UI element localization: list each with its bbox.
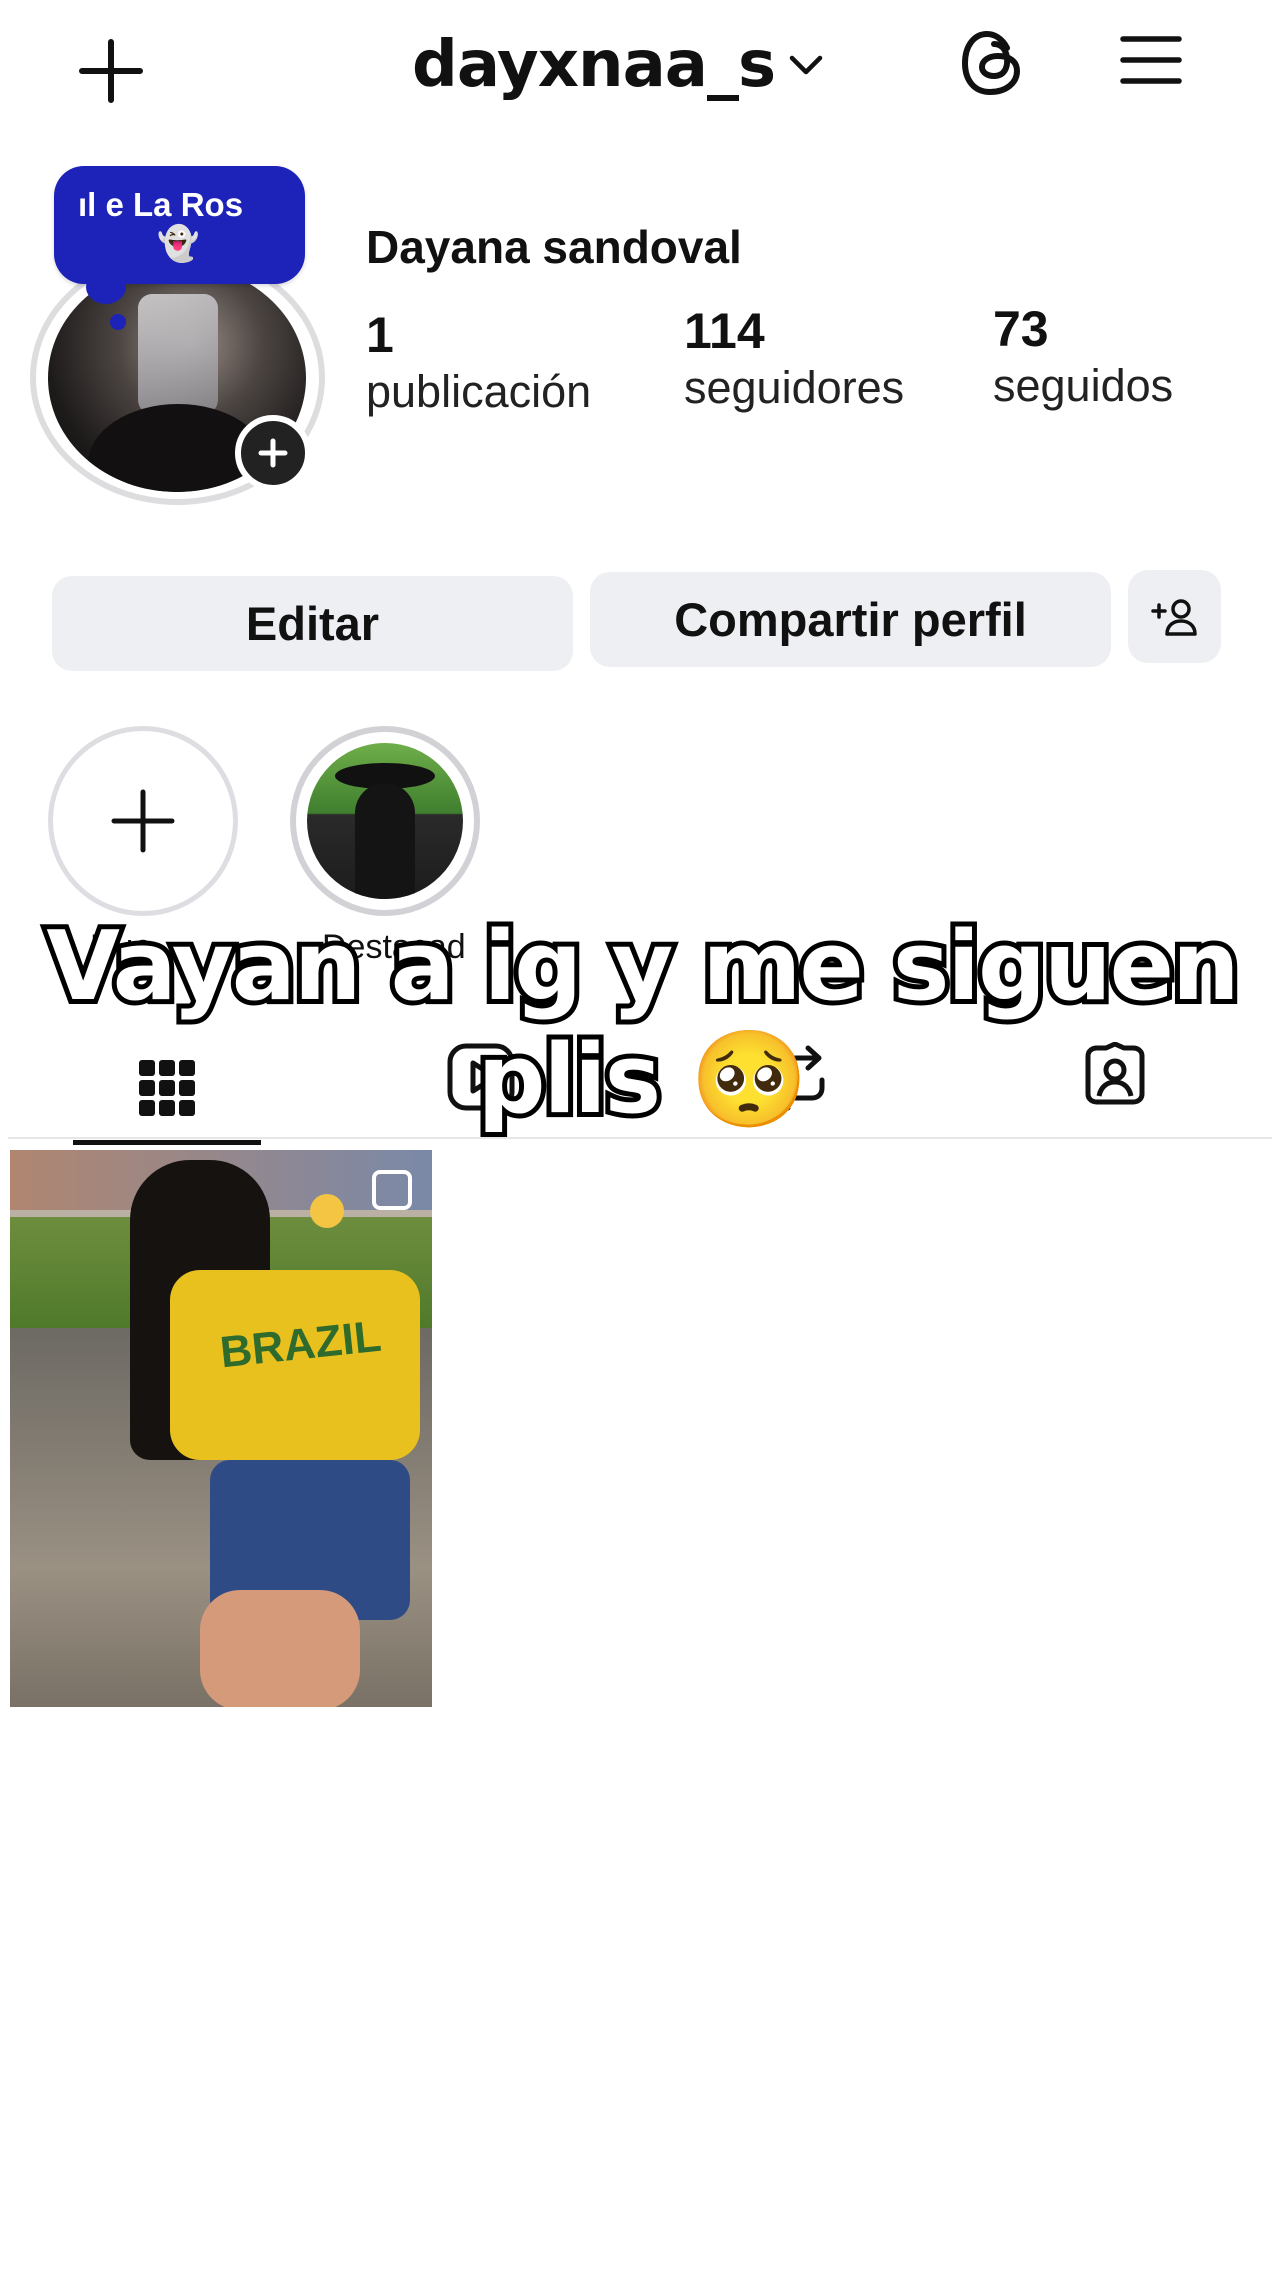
stat-posts[interactable]: 1 publicación <box>366 306 591 418</box>
note-bubble[interactable]: ıl e La Ros 👻 <box>54 166 305 284</box>
stat-following[interactable]: 73 seguidos <box>993 300 1173 412</box>
profile-avatar[interactable] <box>30 250 325 505</box>
carousel-icon <box>372 1170 412 1210</box>
highlight-featured[interactable] <box>290 726 480 916</box>
stat-following-value: 73 <box>993 301 1049 357</box>
overlay-caption-line1: Vayan a ig y me siguen <box>41 907 1244 1027</box>
menu-icon <box>1120 36 1182 84</box>
add-user-icon <box>1150 598 1197 636</box>
note-bubble-tail <box>86 270 126 304</box>
stat-posts-value: 1 <box>366 307 394 363</box>
note-bubble-dot <box>110 314 126 330</box>
stat-posts-label: publicación <box>366 366 592 417</box>
profile-display-name: Dayana sandoval <box>366 221 742 273</box>
highlight-new[interactable] <box>48 726 238 916</box>
new-post-button[interactable] <box>78 38 144 104</box>
note-text: ıl e La Ros <box>78 186 244 223</box>
chevron-down-icon <box>789 54 823 81</box>
plus-icon <box>111 789 175 853</box>
menu-button[interactable] <box>1120 34 1182 86</box>
note-emoji: 👻 <box>157 225 200 263</box>
threads-icon <box>961 30 1021 96</box>
stat-followers-label: seguidores <box>684 362 905 413</box>
account-switcher[interactable]: dayxnaa_s <box>412 20 823 110</box>
tabs-divider <box>8 1137 1272 1139</box>
stat-followers-value: 114 <box>684 303 765 359</box>
overlay-caption-line2: plis 🥺 <box>472 1020 813 1140</box>
share-profile-button[interactable]: Compartir perfil <box>590 572 1111 667</box>
threads-button[interactable] <box>960 28 1024 98</box>
edit-profile-label: Editar <box>245 597 380 650</box>
share-profile-label: Compartir perfil <box>674 593 1027 646</box>
username: dayxnaa_s <box>412 28 776 102</box>
tab-grid-indicator <box>73 1140 261 1145</box>
stat-followers[interactable]: 114 seguidores <box>684 302 904 414</box>
plus-icon <box>258 438 288 468</box>
discover-people-button[interactable] <box>1128 570 1221 663</box>
edit-profile-button[interactable]: Editar <box>52 576 573 671</box>
plus-icon <box>79 39 143 103</box>
stat-following-label: seguidos <box>993 360 1174 411</box>
add-story-button[interactable] <box>235 415 311 491</box>
post-thumbnail[interactable]: BRAZIL <box>10 1150 432 1707</box>
highlight-thumbnail <box>307 743 463 899</box>
